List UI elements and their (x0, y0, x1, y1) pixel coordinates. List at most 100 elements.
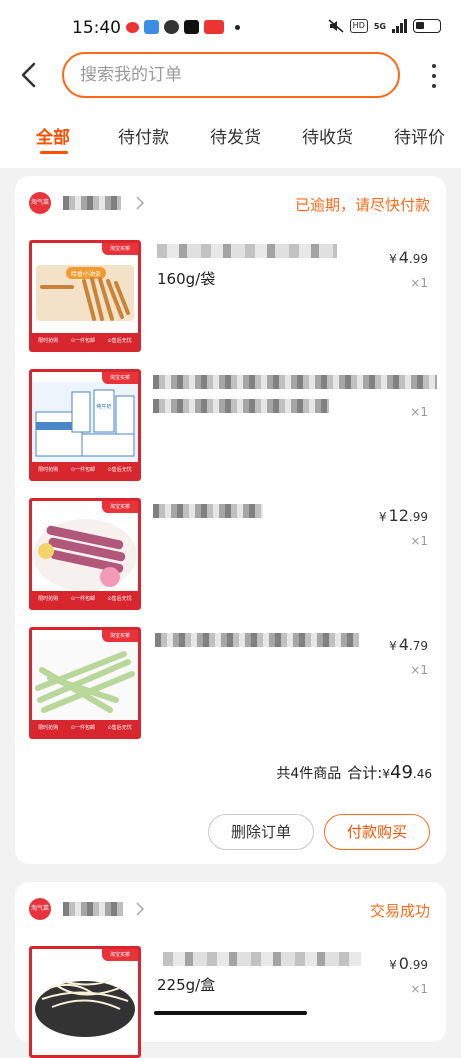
promo-text: ⊙售后无忧 (107, 338, 132, 344)
promo-text: ⊙一件包邮 (70, 338, 95, 344)
battery-icon (413, 19, 441, 33)
weibo-icon (126, 21, 139, 33)
order-card[interactable]: 淘气菜 交易成功 淘宝买菜 225g/盒 ¥0.99 ×1 (15, 882, 446, 1058)
currency-symbol: ¥ (389, 639, 397, 653)
delete-order-button[interactable]: 删除订单 (208, 814, 314, 850)
wechat-icon (164, 20, 179, 34)
product-price: ¥4.99 (389, 248, 428, 267)
order-card[interactable]: 淘气菜 已逾期，请尽快付款 哈香小油条 淘宝买菜 限时抢购 ⊙一件包邮 ⊙售后无忧 … (15, 176, 446, 864)
price-integer: 4 (398, 635, 409, 654)
shop-logo: 淘气菜 (29, 898, 51, 920)
promo-text: 限时抢购 (38, 725, 59, 731)
promo-text: ⊙一件包邮 (70, 467, 95, 473)
pay-button[interactable]: 付款购买 (324, 814, 430, 850)
promo-text: 限时抢购 (38, 467, 59, 473)
tab-all[interactable]: 全部 (36, 123, 70, 148)
search-input[interactable] (64, 54, 398, 96)
nav-bar (0, 50, 461, 100)
promo-text: 限时抢购 (38, 338, 59, 344)
signal-icon (392, 19, 407, 33)
product-thumbnail[interactable]: 纯牛奶 淘宝买菜 限时抢购 ⊙一件包邮 ⊙售后无忧 (29, 369, 141, 481)
order-item[interactable]: 纯牛奶 淘宝买菜 限时抢购 ⊙一件包邮 ⊙售后无忧 ×1 (29, 369, 437, 481)
promo-strip: 限时抢购 ⊙一件包邮 ⊙售后无忧 (32, 333, 138, 349)
back-button[interactable] (16, 60, 42, 90)
order-item[interactable]: 淘宝买菜 225g/盒 ¥0.99 ×1 (29, 946, 432, 1058)
total-decimal: .46 (412, 767, 432, 781)
product-quantity: ×1 (410, 982, 428, 996)
product-thumbnail[interactable]: 淘宝买菜 (29, 946, 141, 1058)
price-integer: 12 (388, 506, 409, 525)
order-status: 已逾期，请尽快付款 (294, 196, 430, 214)
product-thumbnail[interactable]: 淘宝买菜 限时抢购 ⊙一件包邮 ⊙售后无忧 (29, 498, 141, 610)
notification-icons (126, 20, 240, 34)
shop-name-redacted (63, 902, 123, 916)
currency-symbol: ¥ (378, 510, 387, 524)
active-tab-indicator (40, 151, 68, 154)
tab-pending-shipment[interactable]: 待发货 (210, 123, 261, 148)
shop-logo: 淘气菜 (29, 192, 51, 214)
tab-pending-review[interactable]: 待评价 (394, 123, 445, 148)
chevron-right-icon (136, 196, 145, 210)
price-decimal: .99 (408, 252, 428, 266)
product-image-breadsticks: 哈香小油条 (36, 265, 134, 321)
price-decimal: .99 (408, 958, 428, 972)
more-notifications-icon (235, 24, 240, 30)
product-title-redacted (163, 952, 361, 966)
price-decimal: .99 (408, 510, 428, 524)
promo-text: ⊙售后无忧 (107, 467, 132, 473)
tab-pending-payment[interactable]: 待付款 (118, 123, 169, 148)
thumb-badge: 淘宝买菜 (102, 949, 138, 961)
tab-pending-receipt[interactable]: 待收货 (302, 123, 353, 148)
order-total: 共4件商品 合计:¥49.46 (276, 762, 432, 783)
order-item[interactable]: 淘宝买菜 限时抢购 ⊙一件包邮 ⊙售后无忧 ¥12.99 ×1 (29, 498, 432, 610)
product-quantity: ×1 (410, 534, 428, 548)
promo-strip: 限时抢购 ⊙一件包邮 ⊙售后无忧 (32, 462, 138, 478)
product-thumbnail[interactable]: 淘宝买菜 限时抢购 ⊙一件包邮 ⊙售后无忧 (29, 627, 141, 739)
product-image-bean-sprouts (35, 978, 135, 1037)
toutiao-icon (204, 20, 224, 34)
product-title-redacted (153, 504, 263, 518)
shop-header[interactable]: 淘气菜 交易成功 (29, 898, 432, 922)
system-icons: HD 5G (328, 19, 441, 33)
product-quantity: ×1 (410, 405, 428, 419)
thumb-badge: 淘宝买菜 (102, 501, 138, 513)
thumb-badge: 淘宝买菜 (102, 243, 138, 255)
more-dot-icon (432, 84, 436, 88)
home-indicator[interactable] (154, 1011, 307, 1015)
price-integer: 0 (398, 954, 409, 973)
item-count: 共4件商品 (276, 766, 342, 782)
thumb-badge: 淘宝买菜 (102, 630, 138, 642)
thumb-badge: 淘宝买菜 (102, 372, 138, 384)
product-price: ¥0.99 (389, 954, 428, 973)
product-title-redacted (153, 399, 329, 413)
header-area: 15:40 HD 5G 全部 待付款 (0, 0, 461, 168)
more-dot-icon (432, 64, 436, 68)
product-price: ¥4.79 (389, 635, 428, 654)
order-status: 交易成功 (369, 902, 430, 920)
order-tabs: 全部 待付款 待发货 待收货 待评价 (0, 118, 461, 158)
currency-symbol: ¥ (389, 958, 397, 972)
product-thumb-text: 哈香小油条 (71, 270, 101, 278)
promo-text: ⊙一件包邮 (70, 725, 95, 731)
more-dot-icon (432, 74, 436, 78)
product-title-redacted (157, 244, 337, 258)
promo-strip: 限时抢购 ⊙一件包邮 ⊙售后无忧 (32, 591, 138, 607)
total-integer: 49 (390, 762, 413, 783)
order-item[interactable]: 哈香小油条 淘宝买菜 限时抢购 ⊙一件包邮 ⊙售后无忧 160g/袋 ¥4.99 ×… (29, 240, 432, 352)
promo-strip: 限时抢购 ⊙一件包邮 ⊙售后无忧 (32, 720, 138, 736)
product-spec: 160g/袋 (157, 270, 216, 288)
promo-text: ⊙一件包邮 (70, 596, 95, 602)
shop-header[interactable]: 淘气菜 已逾期，请尽快付款 (29, 192, 432, 216)
search-box[interactable] (62, 52, 400, 98)
product-spec: 225g/盒 (157, 976, 216, 994)
product-title-redacted (153, 375, 437, 389)
order-item[interactable]: 淘宝买菜 限时抢购 ⊙一件包邮 ⊙售后无忧 ¥4.79 ×1 (29, 627, 432, 739)
chevron-right-icon (136, 902, 145, 916)
product-image-pork-belly (33, 519, 137, 591)
shop-name-redacted (63, 196, 121, 210)
product-image-green-beans (32, 640, 138, 720)
total-label: 合计: (347, 764, 383, 782)
more-menu-button[interactable] (429, 64, 439, 88)
product-thumbnail[interactable]: 哈香小油条 淘宝买菜 限时抢购 ⊙一件包邮 ⊙售后无忧 (29, 240, 141, 352)
mute-icon (328, 19, 344, 33)
